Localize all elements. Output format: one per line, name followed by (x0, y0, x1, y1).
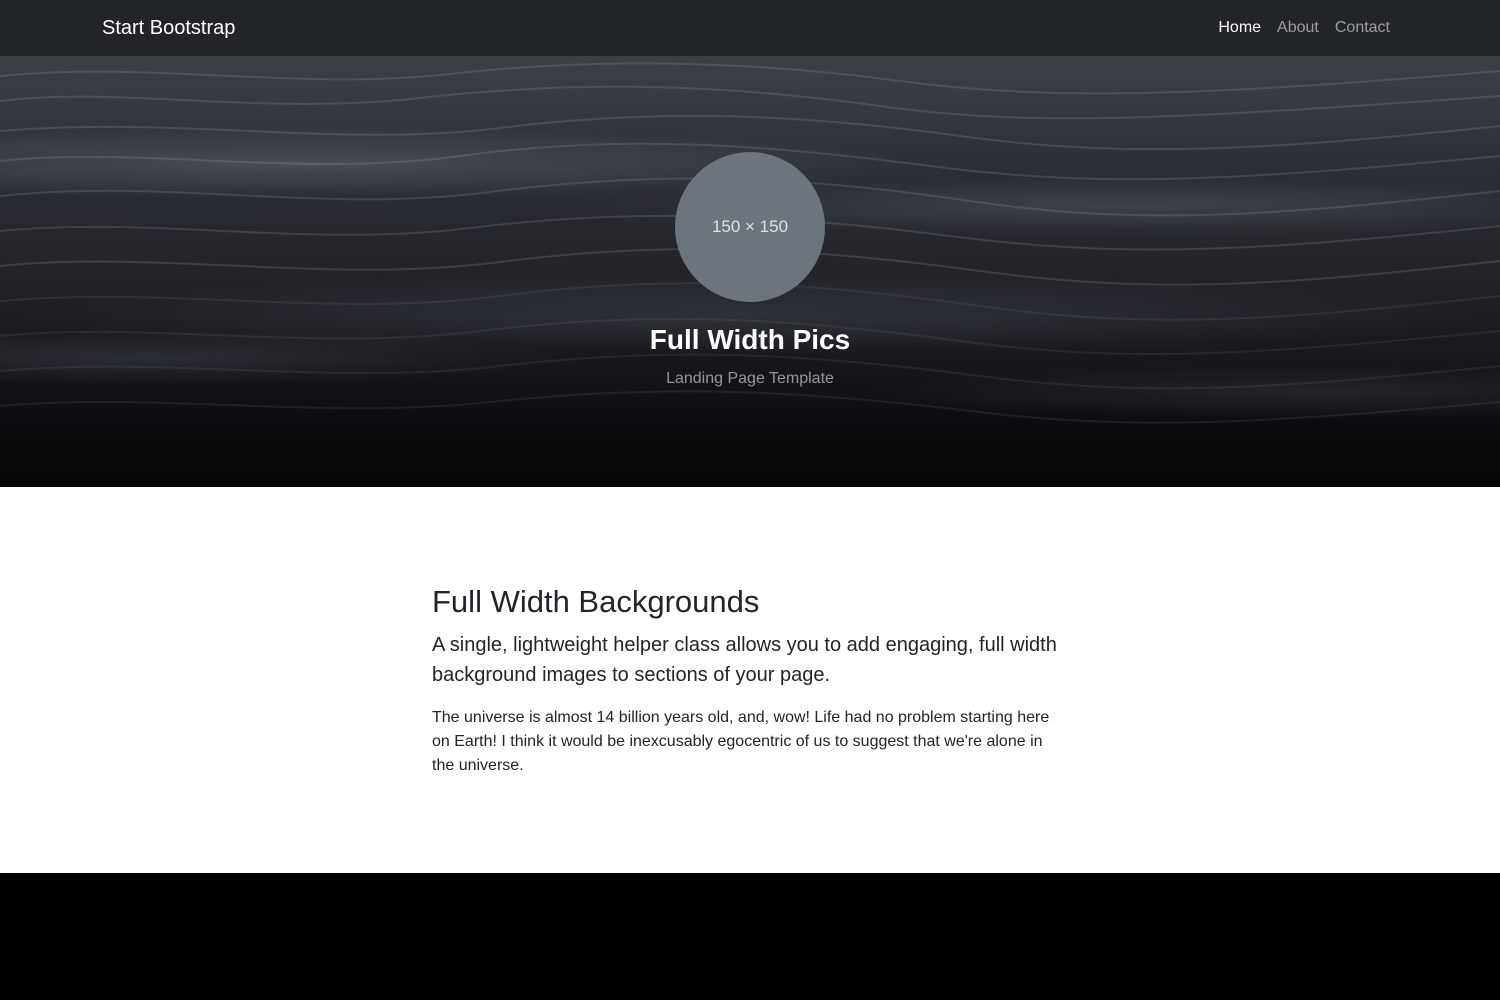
hero-section: 150 × 150 Full Width Pics Landing Page T… (0, 56, 1500, 487)
content-lead: A single, lightweight helper class allow… (432, 633, 1057, 686)
avatar-placeholder: 150 × 150 (675, 152, 825, 302)
nav-link-about[interactable]: About (1277, 19, 1319, 37)
content-body: The universe is almost 14 billion years … (432, 708, 1050, 774)
content-container: Full Width Backgrounds A single, lightwe… (432, 583, 1068, 778)
content-heading: Full Width Backgrounds (432, 584, 760, 619)
nav-links: Home About Contact (1218, 0, 1390, 56)
nav-link-home[interactable]: Home (1218, 19, 1261, 37)
brand-link[interactable]: Start Bootstrap (102, 0, 235, 56)
footer-band (0, 873, 1500, 1000)
hero-subtitle: Landing Page Template (666, 370, 834, 387)
hero-title: Full Width Pics (649, 324, 851, 355)
top-navbar: Start Bootstrap Home About Contact (0, 0, 1500, 56)
nav-link-contact[interactable]: Contact (1335, 19, 1390, 37)
content-section: Full Width Backgrounds A single, lightwe… (0, 487, 1500, 873)
